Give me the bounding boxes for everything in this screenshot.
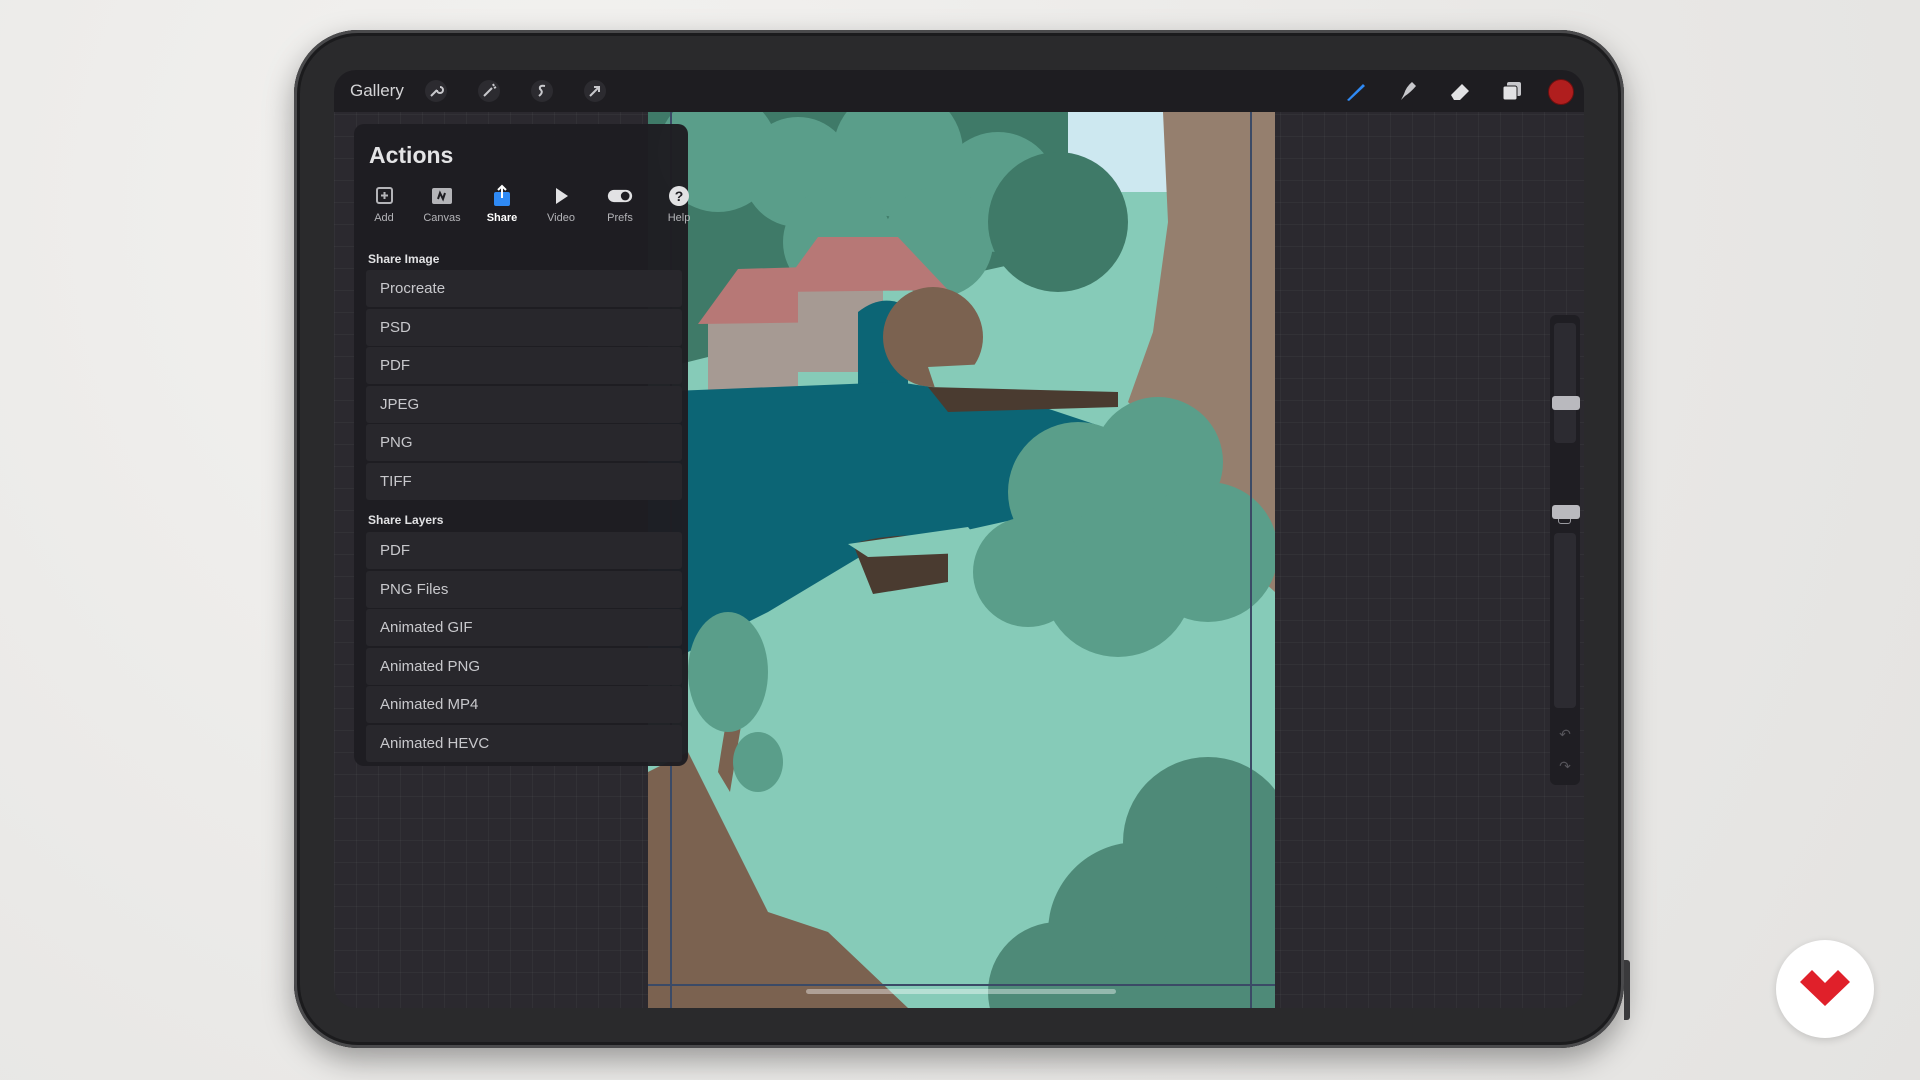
tab-video[interactable]: Video xyxy=(533,184,589,240)
wrench-icon[interactable] xyxy=(424,79,448,103)
share-png-item[interactable]: PNG xyxy=(366,424,682,461)
share-tiff-item[interactable]: TIFF xyxy=(366,462,682,500)
opacity-slider[interactable] xyxy=(1554,533,1576,708)
share-animated-hevc-item[interactable]: Animated HEVC xyxy=(366,724,682,762)
share-pdf-item[interactable]: PDF xyxy=(366,347,682,384)
gallery-button[interactable]: Gallery xyxy=(350,81,404,101)
undo-icon[interactable]: ↶ xyxy=(1557,727,1573,741)
landscape-illustration xyxy=(648,112,1275,1008)
share-jpeg-item[interactable]: JPEG xyxy=(366,385,682,423)
tab-video-label: Video xyxy=(547,212,575,224)
share-animated-png-item[interactable]: Animated PNG xyxy=(366,647,682,685)
add-icon xyxy=(376,187,393,204)
tab-add[interactable]: Add xyxy=(356,184,412,240)
procreate-screen: Gallery Actions Add Canvas Share Video P… xyxy=(334,70,1584,1008)
brush-icon[interactable] xyxy=(1344,79,1368,103)
opacity-thumb[interactable] xyxy=(1552,505,1580,519)
share-procreate-item[interactable]: Procreate xyxy=(366,270,682,307)
ipad-device: Gallery Actions Add Canvas Share Video P… xyxy=(294,30,1630,1048)
tab-share[interactable]: Share xyxy=(474,184,530,240)
play-icon xyxy=(556,188,568,204)
magic-wand-icon[interactable] xyxy=(477,79,501,103)
logo-mark-icon xyxy=(1800,970,1850,1006)
right-sidebar: ↶ ↷ xyxy=(1550,315,1580,785)
brush-size-slider[interactable] xyxy=(1554,323,1576,443)
tab-help[interactable]: ? Help xyxy=(651,184,707,240)
share-png-files-item[interactable]: PNG Files xyxy=(366,570,682,608)
help-icon: ? xyxy=(669,186,689,206)
share-psd-item[interactable]: PSD xyxy=(366,308,682,346)
redo-icon[interactable]: ↷ xyxy=(1557,759,1573,773)
panel-title: Actions xyxy=(369,142,454,168)
tab-prefs-label: Prefs xyxy=(607,212,633,224)
share-image-list: Procreate PSD PDF JPEG PNG TIFF xyxy=(366,270,682,501)
actions-tabs: Add Canvas Share Video Prefs ? Help xyxy=(354,184,690,240)
artwork-canvas[interactable] xyxy=(648,112,1275,1008)
share-layers-list: PDF PNG Files Animated GIF Animated PNG … xyxy=(366,532,682,763)
tab-prefs[interactable]: Prefs xyxy=(592,184,648,240)
side-button xyxy=(1624,960,1630,1020)
tab-help-label: Help xyxy=(667,212,691,224)
share-animated-gif-item[interactable]: Animated GIF xyxy=(366,609,682,646)
tab-canvas-label: Canvas xyxy=(423,212,461,224)
svg-text:?: ? xyxy=(675,188,684,204)
share-animated-mp4-item[interactable]: Animated MP4 xyxy=(366,686,682,723)
tab-share-label: Share xyxy=(486,212,518,224)
eraser-icon[interactable] xyxy=(1448,79,1472,103)
domestika-logo xyxy=(1776,940,1874,1038)
tab-add-label: Add xyxy=(374,212,394,224)
color-swatch[interactable] xyxy=(1548,79,1574,105)
share-layers-heading: Share Layers xyxy=(368,513,444,527)
selection-icon[interactable] xyxy=(530,79,554,103)
toggle-icon xyxy=(607,189,633,203)
home-indicator xyxy=(806,989,1116,994)
transform-arrow-icon[interactable] xyxy=(583,79,607,103)
share-layers-pdf-item[interactable]: PDF xyxy=(366,532,682,569)
brush-size-thumb[interactable] xyxy=(1552,396,1580,410)
top-toolbar: Gallery xyxy=(334,70,1584,112)
share-icon xyxy=(494,184,510,206)
canvas-icon xyxy=(432,188,452,204)
smudge-icon[interactable] xyxy=(1396,79,1420,103)
actions-panel: Actions Add Canvas Share Video Prefs ? H… xyxy=(354,124,690,766)
share-image-heading: Share Image xyxy=(368,252,440,266)
layers-icon[interactable] xyxy=(1500,79,1524,103)
tab-canvas[interactable]: Canvas xyxy=(414,184,470,240)
